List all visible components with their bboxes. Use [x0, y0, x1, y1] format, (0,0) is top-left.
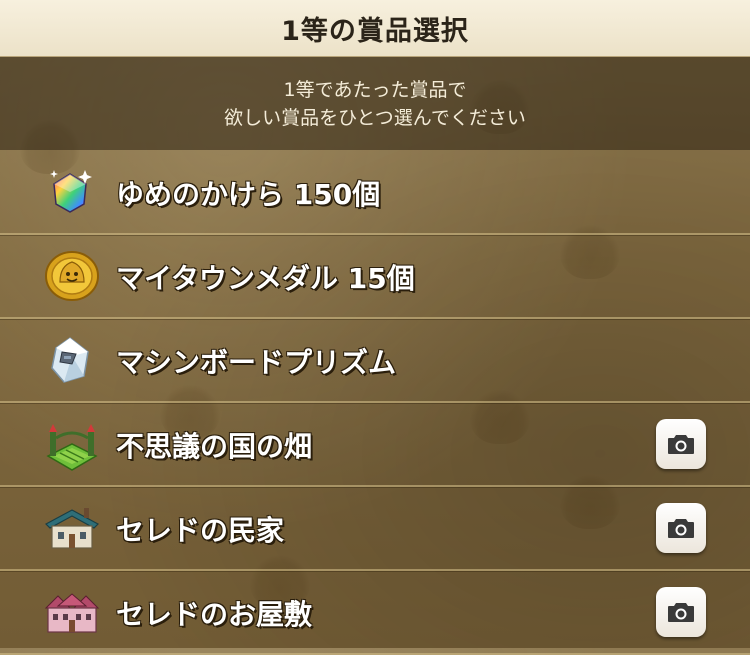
camera-icon	[668, 603, 694, 622]
prize-row-mytown-medal[interactable]: マイタウンメダル 15個	[0, 235, 750, 319]
prize-label: ゆめのかけら 150個	[116, 178, 381, 211]
prize-label: マシンボードプリズム	[116, 346, 397, 379]
prize-label: セレドの民家	[116, 514, 285, 547]
prize-list: ゆめのかけら 150個 マイタウンメダル 15個 マシンボードプリズム 不思議の…	[0, 151, 750, 655]
mytown-medal-icon	[44, 250, 99, 302]
prize-label: 不思議の国の畑	[116, 430, 313, 463]
prize-row-machine-board-prism[interactable]: マシンボードプリズム	[0, 319, 750, 403]
preview-camera-button[interactable]	[656, 503, 706, 553]
prize-label: セレドのお屋敷	[116, 598, 313, 631]
prize-label: マイタウンメダル 15個	[116, 262, 415, 295]
seredo-mansion-icon	[44, 586, 100, 638]
wonderland-field-icon	[44, 418, 98, 471]
prize-row-wonderland-field[interactable]: 不思議の国の畑	[0, 403, 750, 487]
prize-row-seredo-house[interactable]: セレドの民家	[0, 487, 750, 571]
seredo-house-icon	[44, 502, 99, 554]
header-bar: 1等の賞品選択	[0, 0, 750, 57]
camera-icon	[668, 519, 694, 538]
instructions-line-1: 1等であたった賞品で	[283, 78, 467, 101]
dream-shard-icon	[44, 166, 96, 218]
prize-row-seredo-mansion[interactable]: セレドのお屋敷	[0, 571, 750, 655]
prize-row-dream-shards[interactable]: ゆめのかけら 150個	[0, 151, 750, 235]
preview-camera-button[interactable]	[656, 587, 706, 637]
machine-board-prism-icon	[44, 334, 96, 386]
camera-icon	[668, 435, 694, 454]
instructions-panel: 1等であたった賞品で 欲しい賞品をひとつ選んでください	[0, 57, 750, 150]
page-title: 1等の賞品選択	[281, 15, 469, 47]
preview-camera-button[interactable]	[656, 419, 706, 469]
instructions-line-2: 欲しい賞品をひとつ選んでください	[224, 106, 526, 129]
